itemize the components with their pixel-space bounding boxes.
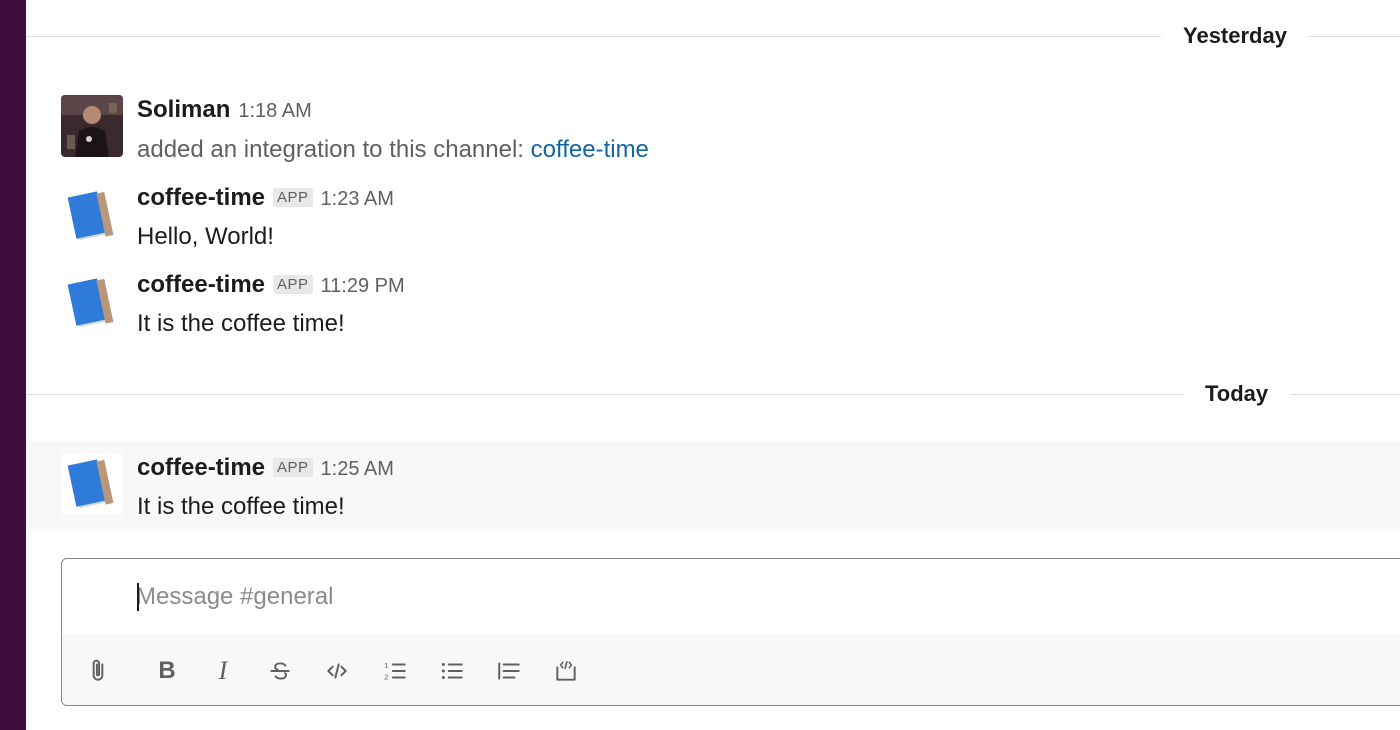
message-item[interactable]: Soliman 1:18 AM added an integration to … <box>26 88 1400 172</box>
bold-icon: B <box>158 657 176 684</box>
app-badge: APP <box>273 188 313 207</box>
day-divider-label[interactable]: Today <box>1183 381 1291 407</box>
timestamp[interactable]: 11:29 PM <box>321 275 405 298</box>
avatar[interactable] <box>61 95 123 157</box>
numbered-list-icon: 12 <box>384 661 406 682</box>
italic-button[interactable]: I <box>205 653 241 689</box>
message-text: It is the coffee time! <box>137 310 345 337</box>
message-header: coffee-time APP 1:23 AM <box>137 184 394 212</box>
code-button[interactable] <box>319 653 355 689</box>
svg-text:2: 2 <box>384 673 388 682</box>
user-photo-icon <box>61 95 123 157</box>
sender-name[interactable]: Soliman <box>137 96 230 124</box>
day-divider-label[interactable]: Yesterday <box>1161 23 1309 49</box>
avatar[interactable] <box>61 185 123 247</box>
bulleted-list-button[interactable] <box>434 653 470 689</box>
message-pane: Yesterday Soliman 1:18 AM added an integ… <box>26 0 1400 730</box>
message-text: added an integration to this channel: co… <box>137 136 649 164</box>
message-input[interactable] <box>136 581 1336 613</box>
svg-text:1: 1 <box>384 661 388 670</box>
message-item[interactable]: coffee-time APP 11:29 PM It is the coffe… <box>26 265 1400 345</box>
attach-button[interactable] <box>80 653 116 689</box>
blockquote-button[interactable] <box>491 653 527 689</box>
message-text: Hello, World! <box>137 223 274 250</box>
message-item[interactable]: coffee-time APP 1:23 AM Hello, World! <box>26 178 1400 258</box>
sender-name[interactable]: coffee-time <box>137 184 265 212</box>
numbered-list-button[interactable]: 12 <box>377 653 413 689</box>
code-icon <box>327 663 347 679</box>
code-block-button[interactable] <box>548 653 584 689</box>
italic-icon: I <box>218 656 228 685</box>
bulleted-list-icon <box>441 662 463 680</box>
message-header: Soliman 1:18 AM <box>137 96 312 124</box>
blockquote-icon <box>498 662 520 680</box>
code-block-icon <box>556 660 576 681</box>
text-caret <box>137 583 139 611</box>
integration-link[interactable]: coffee-time <box>531 136 649 163</box>
day-divider-today: Today <box>26 374 1400 414</box>
message-composer: B I 12 <box>61 558 1400 706</box>
system-message-text: added an integration to this channel: <box>137 136 531 163</box>
app-badge: APP <box>273 458 313 477</box>
message-header: coffee-time APP 11:29 PM <box>137 271 405 299</box>
paperclip-icon <box>92 659 104 681</box>
strikethrough-icon <box>270 662 290 680</box>
app-badge: APP <box>273 275 313 294</box>
notebook-icon <box>61 453 123 515</box>
workspace-sidebar-edge <box>0 0 26 730</box>
timestamp[interactable]: 1:18 AM <box>238 100 311 123</box>
notebook-icon <box>61 185 123 247</box>
message-header: coffee-time APP 1:25 AM <box>137 454 394 482</box>
sender-name[interactable]: coffee-time <box>137 454 265 482</box>
timestamp[interactable]: 1:25 AM <box>321 458 394 481</box>
timestamp[interactable]: 1:23 AM <box>321 188 394 211</box>
message-item[interactable]: coffee-time APP 1:25 AM It is the coffee… <box>26 441 1400 529</box>
strikethrough-button[interactable] <box>262 653 298 689</box>
day-divider-yesterday: Yesterday <box>26 16 1400 56</box>
notebook-icon <box>61 272 123 334</box>
formatting-toolbar: B I 12 <box>62 635 1400 705</box>
sender-name[interactable]: coffee-time <box>137 271 265 299</box>
bold-button[interactable]: B <box>149 653 185 689</box>
avatar[interactable] <box>61 453 123 515</box>
avatar[interactable] <box>61 272 123 334</box>
message-text: It is the coffee time! <box>137 493 345 520</box>
